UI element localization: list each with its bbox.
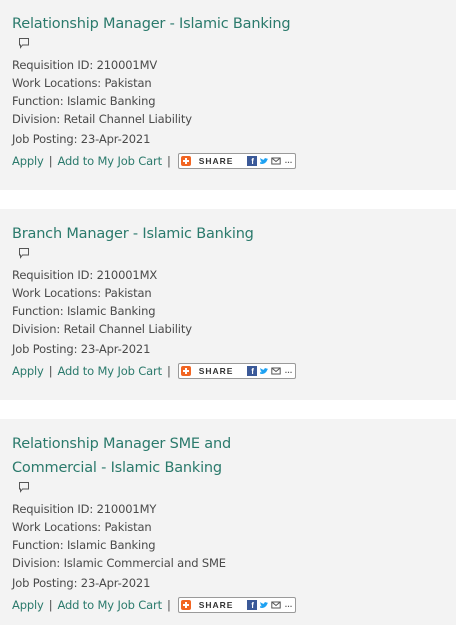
job-function: Function: Islamic Banking	[12, 304, 156, 318]
share-label: SHARE	[198, 156, 234, 166]
addthis-plus-icon	[180, 600, 191, 610]
share-button[interactable]: SHARE f …	[177, 363, 297, 379]
email-icon[interactable]	[271, 600, 282, 610]
job-actions: Apply | Add to My Job Cart | SHARE f …	[12, 596, 444, 614]
share-label: SHARE	[198, 366, 234, 376]
share-button[interactable]: SHARE f …	[177, 597, 297, 613]
comment-icon[interactable]	[18, 247, 30, 259]
requisition-id: Requisition ID: 210001MX	[12, 268, 158, 282]
requisition-id: Requisition ID: 210001MY	[12, 502, 157, 516]
addthis-plus-icon	[180, 156, 191, 166]
separator: |	[166, 364, 171, 378]
facebook-icon[interactable]: f	[247, 600, 258, 610]
work-locations: Work Locations: Pakistan	[12, 286, 152, 300]
comment-icon[interactable]	[18, 37, 30, 49]
add-to-job-cart-link[interactable]: Add to My Job Cart	[57, 152, 162, 170]
share-label: SHARE	[198, 600, 234, 610]
facebook-icon[interactable]: f	[247, 156, 258, 166]
share-button[interactable]: SHARE f …	[177, 153, 297, 169]
twitter-icon[interactable]	[259, 366, 269, 376]
separator: |	[48, 598, 53, 612]
add-to-job-cart-link[interactable]: Add to My Job Cart	[57, 362, 162, 380]
more-icon[interactable]: …	[284, 601, 292, 609]
apply-link[interactable]: Apply	[12, 596, 44, 614]
job-card: Branch Manager - Islamic Banking Requisi…	[0, 209, 456, 400]
twitter-icon[interactable]	[259, 600, 269, 610]
job-division: Division: Retail Channel Liability	[12, 112, 192, 126]
facebook-icon[interactable]: f	[247, 366, 258, 376]
addthis-plus-icon	[180, 366, 191, 376]
job-posting-date: Job Posting: 23-Apr-2021	[12, 576, 151, 590]
email-icon[interactable]	[271, 156, 282, 166]
job-card: Relationship Manager - Islamic Banking R…	[0, 0, 456, 190]
job-posting-date: Job Posting: 23-Apr-2021	[12, 342, 151, 356]
job-posting-date: Job Posting: 23-Apr-2021	[12, 132, 151, 146]
job-division: Division: Retail Channel Liability	[12, 322, 192, 336]
job-title-link[interactable]: Relationship Manager - Islamic Banking	[12, 12, 312, 36]
work-locations: Work Locations: Pakistan	[12, 520, 152, 534]
job-title-link[interactable]: Relationship Manager SME and Commercial …	[12, 432, 312, 480]
separator: |	[166, 598, 171, 612]
email-icon[interactable]	[271, 366, 282, 376]
apply-link[interactable]: Apply	[12, 362, 44, 380]
job-actions: Apply | Add to My Job Cart | SHARE f …	[12, 362, 444, 380]
more-icon[interactable]: …	[284, 367, 292, 375]
job-function: Function: Islamic Banking	[12, 538, 156, 552]
job-actions: Apply | Add to My Job Cart | SHARE f …	[12, 152, 444, 170]
add-to-job-cart-link[interactable]: Add to My Job Cart	[57, 596, 162, 614]
job-card: Relationship Manager SME and Commercial …	[0, 419, 456, 625]
apply-link[interactable]: Apply	[12, 152, 44, 170]
comment-row	[12, 480, 444, 496]
separator: |	[48, 364, 53, 378]
job-function: Function: Islamic Banking	[12, 94, 156, 108]
comment-row	[12, 246, 444, 262]
comment-icon[interactable]	[18, 481, 30, 493]
comment-row	[12, 36, 444, 52]
job-division: Division: Islamic Commercial and SME	[12, 556, 226, 570]
job-list: Relationship Manager - Islamic Banking R…	[0, 0, 456, 625]
requisition-id: Requisition ID: 210001MV	[12, 58, 158, 72]
separator: |	[166, 154, 171, 168]
separator: |	[48, 154, 53, 168]
more-icon[interactable]: …	[284, 157, 292, 165]
job-title-link[interactable]: Branch Manager - Islamic Banking	[12, 222, 312, 246]
work-locations: Work Locations: Pakistan	[12, 76, 152, 90]
twitter-icon[interactable]	[259, 156, 269, 166]
